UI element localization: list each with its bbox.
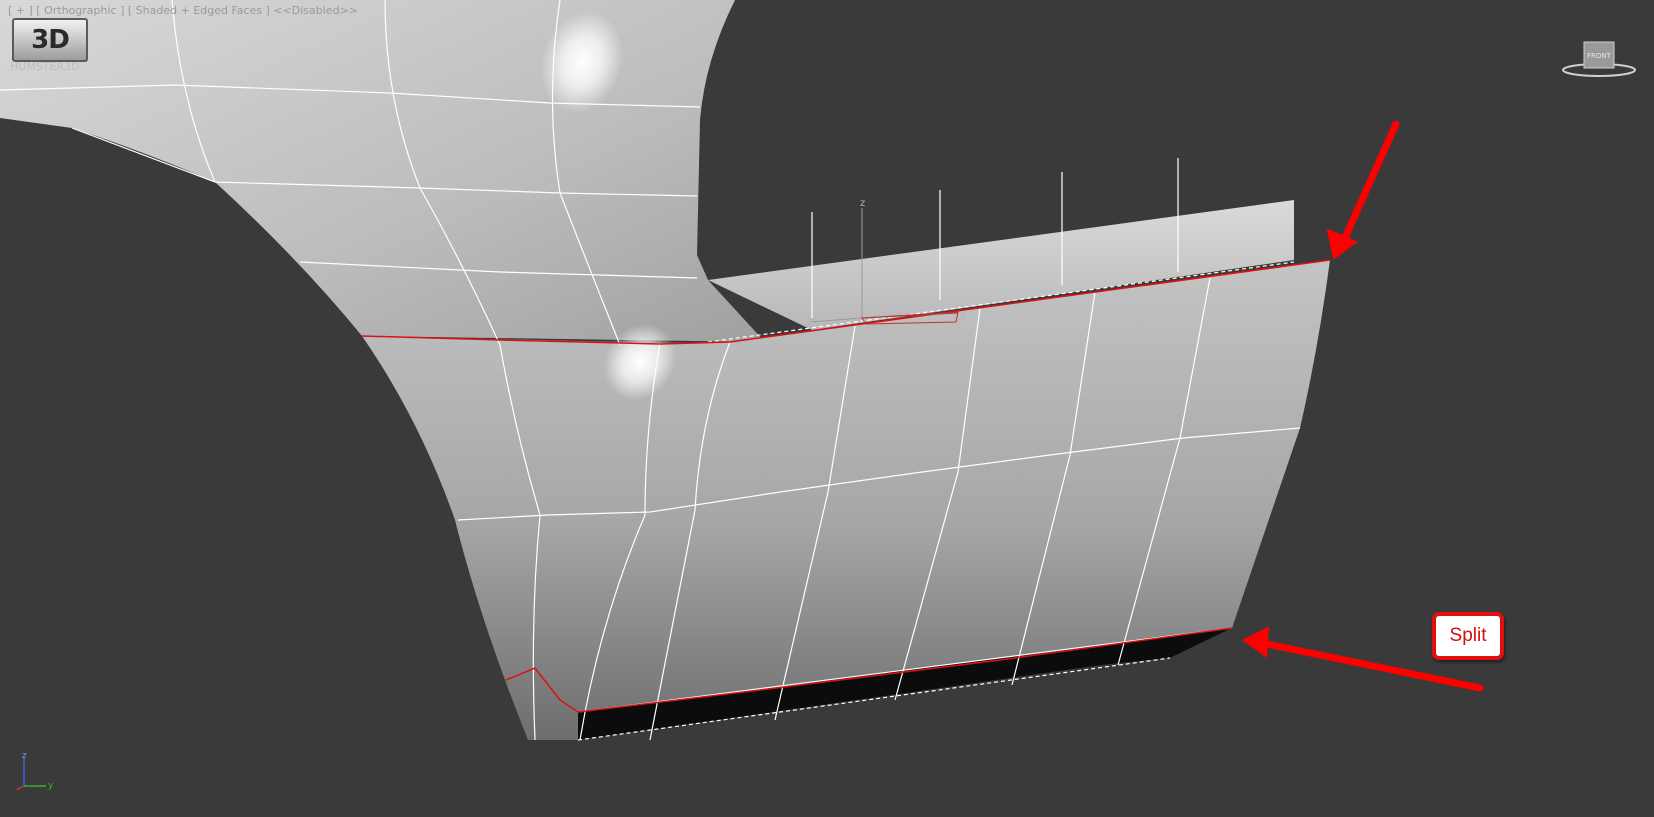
viewcube[interactable]: FRONT — [1560, 38, 1638, 80]
gizmo-x-label: x — [808, 316, 814, 327]
axis-y-label: y — [48, 781, 54, 790]
axis-tripod: z y — [15, 751, 54, 790]
split-annotation-label: Split — [1432, 612, 1504, 660]
logo-mark: 3D — [12, 18, 88, 62]
viewport-label[interactable]: [ + ] [ Orthographic ] [ Shaded + Edged … — [8, 4, 358, 17]
mesh-upper-surface — [0, 0, 765, 342]
viewcube-face-label: FRONT — [1587, 52, 1612, 60]
gizmo-y-label: y — [960, 310, 966, 321]
axis-z-label: z — [22, 751, 27, 761]
viewport-canvas[interactable]: z x y — [0, 0, 1654, 813]
logo-brand: HUMSTER3D — [10, 60, 80, 73]
annotation-arrow-top — [1326, 120, 1400, 260]
gizmo-z-label: z — [860, 198, 865, 209]
humster3d-logo: 3D HUMSTER3D — [10, 18, 92, 73]
3d-viewport[interactable]: z x y [ + ] [ Orthographic ] [ Shaded + … — [0, 0, 1654, 813]
